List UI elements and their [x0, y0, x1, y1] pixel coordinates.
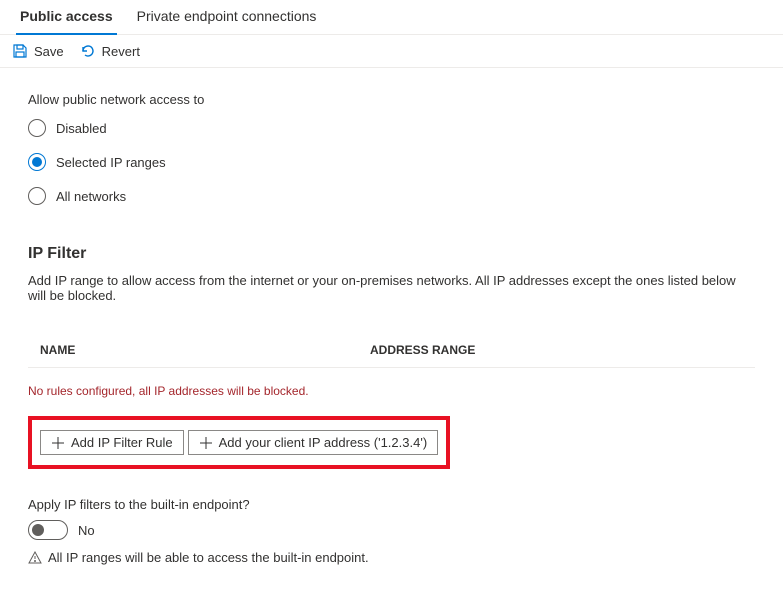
add-client-ip-button[interactable]: Add your client IP address ('1.2.3.4') — [188, 430, 439, 455]
revert-button[interactable]: Revert — [80, 43, 140, 59]
add-rule-highlight: Add IP Filter Rule Add your client IP ad… — [28, 416, 450, 469]
toolbar: Save Revert — [0, 35, 783, 68]
ip-filter-table-header: NAME ADDRESS RANGE — [28, 337, 755, 368]
radio-selected-ip-ranges[interactable]: Selected IP ranges — [28, 153, 755, 171]
tab-public-access[interactable]: Public access — [8, 0, 125, 34]
apply-ip-filters-toggle[interactable] — [28, 520, 68, 540]
radio-label: Disabled — [56, 121, 107, 136]
revert-icon — [80, 43, 96, 59]
apply-ip-filters-label: Apply IP filters to the built-in endpoin… — [28, 497, 755, 512]
plus-icon — [199, 436, 213, 450]
column-name: NAME — [40, 343, 370, 357]
save-icon — [12, 43, 28, 59]
public-access-radio-group: Disabled Selected IP ranges All networks — [28, 119, 755, 205]
toggle-knob — [32, 524, 44, 536]
column-address-range: ADDRESS RANGE — [370, 343, 743, 357]
radio-label: Selected IP ranges — [56, 155, 166, 170]
radio-icon — [28, 187, 46, 205]
content-area: Allow public network access to Disabled … — [0, 68, 783, 589]
apply-ip-filters-toggle-row: No — [28, 520, 755, 540]
plus-icon — [51, 436, 65, 450]
tab-private-endpoint-connections[interactable]: Private endpoint connections — [125, 0, 329, 34]
tabs-bar: Public access Private endpoint connectio… — [0, 0, 783, 35]
radio-all-networks[interactable]: All networks — [28, 187, 755, 205]
radio-icon — [28, 119, 46, 137]
toggle-value: No — [78, 523, 95, 538]
save-label: Save — [34, 44, 64, 59]
warning-icon — [28, 551, 42, 565]
ip-filter-heading: IP Filter — [28, 245, 755, 263]
warning-text: All IP ranges will be able to access the… — [48, 550, 369, 565]
ip-filter-description: Add IP range to allow access from the in… — [28, 273, 755, 303]
public-access-label: Allow public network access to — [28, 92, 755, 107]
revert-label: Revert — [102, 44, 140, 59]
ip-filter-empty-message: No rules configured, all IP addresses wi… — [28, 384, 755, 398]
add-rule-label: Add IP Filter Rule — [71, 435, 173, 450]
add-ip-filter-rule-button[interactable]: Add IP Filter Rule — [40, 430, 184, 455]
apply-ip-filters-warning: All IP ranges will be able to access the… — [28, 550, 755, 565]
radio-label: All networks — [56, 189, 126, 204]
save-button[interactable]: Save — [12, 43, 64, 59]
radio-icon — [28, 153, 46, 171]
radio-disabled[interactable]: Disabled — [28, 119, 755, 137]
add-client-ip-label: Add your client IP address ('1.2.3.4') — [219, 435, 428, 450]
